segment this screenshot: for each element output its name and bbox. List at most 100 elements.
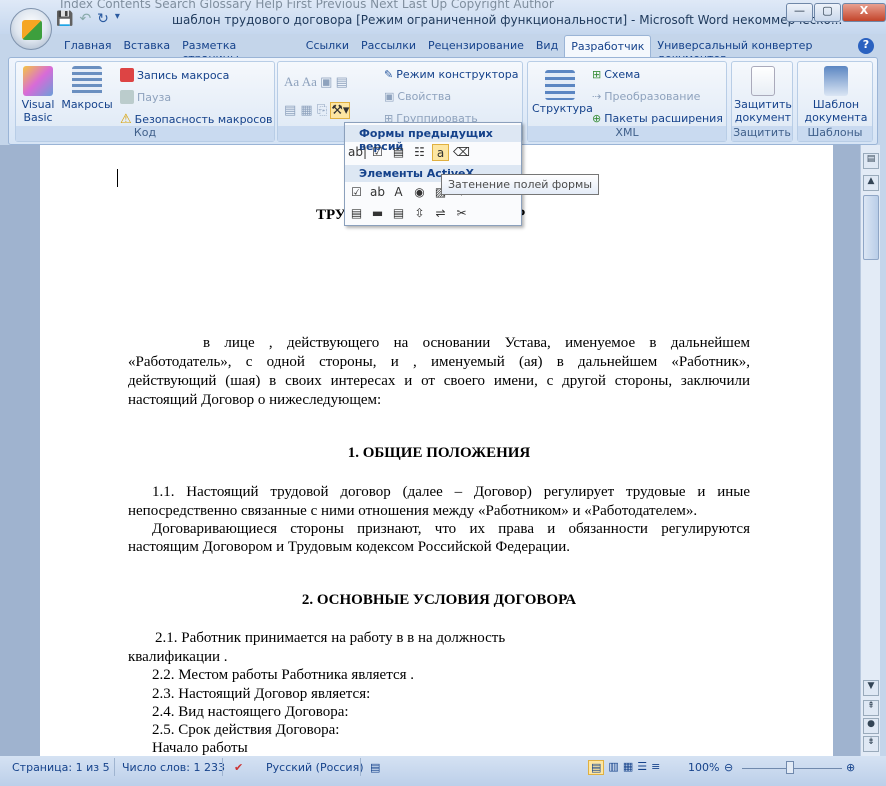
tab-references[interactable]: Ссылки bbox=[300, 35, 355, 57]
close-button[interactable]: X bbox=[842, 3, 886, 22]
legacy-tools-icon[interactable]: ⚒▾ bbox=[330, 102, 351, 119]
activex-button-icon[interactable]: ▬ bbox=[369, 205, 386, 222]
zoom-out-button[interactable]: ⊖ bbox=[724, 761, 733, 774]
paragraph-line: «Работодатель», с одной стороны, и , име… bbox=[128, 354, 750, 370]
tab-document-converter[interactable]: Универсальный конвертер документов bbox=[651, 35, 886, 65]
paragraph-line: 2.1. Работник принимается на работу в в … bbox=[155, 630, 506, 646]
document-template-button[interactable]: Шаблон документа bbox=[802, 66, 870, 124]
activex-spin-button-icon[interactable]: ⇳ bbox=[411, 205, 428, 222]
zoom-level[interactable]: 100% bbox=[688, 761, 719, 774]
text-field-icon[interactable]: ab| bbox=[348, 144, 367, 161]
activex-textbox-icon[interactable]: ab bbox=[369, 184, 386, 201]
expansion-packs-icon: ⊕ bbox=[592, 112, 602, 125]
zoom-in-button[interactable]: ⊕ bbox=[846, 761, 855, 774]
schema-button[interactable]: ⊞ Схема bbox=[592, 68, 640, 81]
tab-view[interactable]: Вид bbox=[530, 35, 564, 57]
office-logo-icon bbox=[22, 20, 42, 40]
properties-button[interactable]: ▣ Свойства bbox=[384, 90, 451, 103]
legacy-forms-header: Формы предыдущих версий bbox=[345, 125, 521, 153]
page-count[interactable]: Страница: 1 из 5 bbox=[12, 761, 110, 774]
structure-icon bbox=[545, 70, 575, 100]
tab-home[interactable]: Главная bbox=[58, 35, 118, 57]
activex-checkbox-icon[interactable]: ☑ bbox=[348, 184, 365, 201]
outline-icon[interactable]: ☰ bbox=[637, 760, 647, 775]
language[interactable]: Русский (Россия) bbox=[266, 761, 364, 774]
macro-security-button[interactable]: ⚠ Безопасность макросов bbox=[120, 112, 273, 127]
macros-button[interactable]: Макросы bbox=[60, 66, 114, 111]
section-heading: 2. ОСНОВНЫЕ УСЛОВИЯ ДОГОВОРА bbox=[301, 592, 577, 608]
paragraph-line: непосредственно связанные с ними отношен… bbox=[128, 503, 698, 519]
activex-option-button-icon[interactable]: ◉ bbox=[411, 184, 428, 201]
visual-basic-button[interactable]: Visual Basic bbox=[20, 66, 56, 124]
checkbox-icon[interactable]: ☑ bbox=[369, 144, 386, 161]
window-title: шаблон трудового договора [Режим огранич… bbox=[172, 13, 843, 27]
activex-toggle-icon[interactable]: ▤ bbox=[390, 205, 407, 222]
design-mode-icon: ✎ bbox=[384, 68, 394, 81]
warning-icon: ⚠ bbox=[120, 112, 132, 127]
more-controls-icon[interactable]: ✂ bbox=[453, 205, 470, 222]
activex-label-icon[interactable]: A bbox=[390, 184, 407, 201]
background-text: Index Contents Search Glossary Help Firs… bbox=[60, 0, 554, 11]
paragraph-line: Начало работы bbox=[152, 740, 248, 756]
frame-icon[interactable]: ☷ bbox=[411, 144, 428, 161]
macros-icon bbox=[72, 66, 102, 96]
full-screen-reading-icon[interactable]: ▥ bbox=[608, 760, 618, 775]
scroll-up-button[interactable]: ▲ bbox=[863, 175, 879, 191]
scrollbar-thumb[interactable] bbox=[863, 195, 879, 260]
tab-review[interactable]: Рецензирование bbox=[422, 35, 530, 57]
minimize-button[interactable]: — bbox=[786, 3, 813, 22]
reset-form-fields-icon[interactable]: ⌫ bbox=[453, 144, 470, 161]
web-layout-icon[interactable]: ▦ bbox=[623, 760, 633, 775]
record-macro-icon bbox=[120, 68, 134, 82]
paragraph-line: 1.1. Настоящий трудовой договор (далее –… bbox=[152, 484, 750, 500]
design-mode-button[interactable]: ✎ Режим конструктора bbox=[384, 68, 519, 81]
text-cursor bbox=[117, 169, 118, 187]
print-layout-icon[interactable]: ▤ bbox=[588, 760, 605, 775]
word-count[interactable]: Число слов: 1 233 bbox=[122, 761, 225, 774]
help-button[interactable]: ? bbox=[858, 38, 874, 54]
tab-mailings[interactable]: Рассылки bbox=[355, 35, 422, 57]
ruler-toggle-icon[interactable]: ▤ bbox=[863, 153, 879, 169]
customize-qat-icon[interactable]: ▾ bbox=[115, 11, 120, 27]
dropdown-field-icon[interactable]: ▤ bbox=[390, 144, 407, 161]
proofing-icon[interactable]: ✔ bbox=[234, 761, 243, 774]
group-templates: Шаблон документа Шаблоны bbox=[797, 61, 873, 142]
group-label: Защитить bbox=[732, 126, 792, 141]
save-icon[interactable]: 💾 bbox=[56, 11, 73, 27]
form-field-shading-icon[interactable]: a bbox=[432, 144, 449, 161]
group-label: Код bbox=[16, 126, 274, 141]
maximize-button[interactable]: ▢ bbox=[814, 3, 841, 22]
pause-icon bbox=[120, 90, 134, 104]
vertical-scrollbar[interactable]: ▤ ▲ ▼ ⇞ ● ⇟ bbox=[860, 145, 880, 756]
group-xml: Структура ⊞ Схема ⇢ Преобразование ⊕ Пакеты… bbox=[527, 61, 727, 142]
protect-document-button[interactable]: Защитить документ bbox=[734, 66, 792, 124]
activex-listbox-icon[interactable]: ▤ bbox=[348, 205, 365, 222]
tab-page-layout[interactable]: Разметка страницы bbox=[176, 35, 300, 65]
scroll-down-button[interactable]: ▼ bbox=[863, 680, 879, 696]
paragraph-line: 2.5. Срок действия Договора: bbox=[152, 722, 340, 738]
zoom-slider-handle[interactable] bbox=[786, 761, 794, 774]
tab-developer[interactable]: Разработчик bbox=[564, 35, 652, 57]
record-macro-button[interactable]: Запись макроса bbox=[120, 68, 229, 82]
controls-row1[interactable]: Aa Aa ▣ ▤ bbox=[284, 74, 348, 90]
controls-row2[interactable]: ▤ ▦ ⎘ ⚒▾ bbox=[284, 102, 351, 119]
redo-icon[interactable]: ↻ bbox=[97, 11, 109, 27]
draft-icon[interactable]: ≡ bbox=[651, 760, 660, 775]
schema-icon: ⊞ bbox=[592, 68, 602, 81]
select-browse-object-button[interactable]: ● bbox=[863, 718, 879, 734]
group-code: Visual Basic Макросы Запись макроса Пауз… bbox=[15, 61, 275, 142]
macro-record-icon[interactable]: ▤ bbox=[370, 761, 380, 774]
paragraph-line: 2.4. Вид настоящего Договора: bbox=[152, 704, 349, 720]
transform-button[interactable]: ⇢ Преобразование bbox=[592, 90, 700, 103]
previous-page-button[interactable]: ⇞ bbox=[863, 700, 879, 716]
expansion-packs-button[interactable]: ⊕ Пакеты расширения bbox=[592, 112, 723, 125]
paragraph-line: 2.3. Настоящий Договор является: bbox=[152, 686, 371, 702]
office-button[interactable] bbox=[10, 8, 52, 50]
activex-scrollbar-icon[interactable]: ⇌ bbox=[432, 205, 449, 222]
next-page-button[interactable]: ⇟ bbox=[863, 736, 879, 752]
tab-insert[interactable]: Вставка bbox=[118, 35, 177, 57]
pause-button[interactable]: Пауза bbox=[120, 90, 171, 104]
tooltip: Затенение полей формы bbox=[441, 174, 599, 195]
structure-button[interactable]: Структура bbox=[532, 70, 593, 115]
undo-icon[interactable]: ↶ bbox=[79, 11, 91, 27]
